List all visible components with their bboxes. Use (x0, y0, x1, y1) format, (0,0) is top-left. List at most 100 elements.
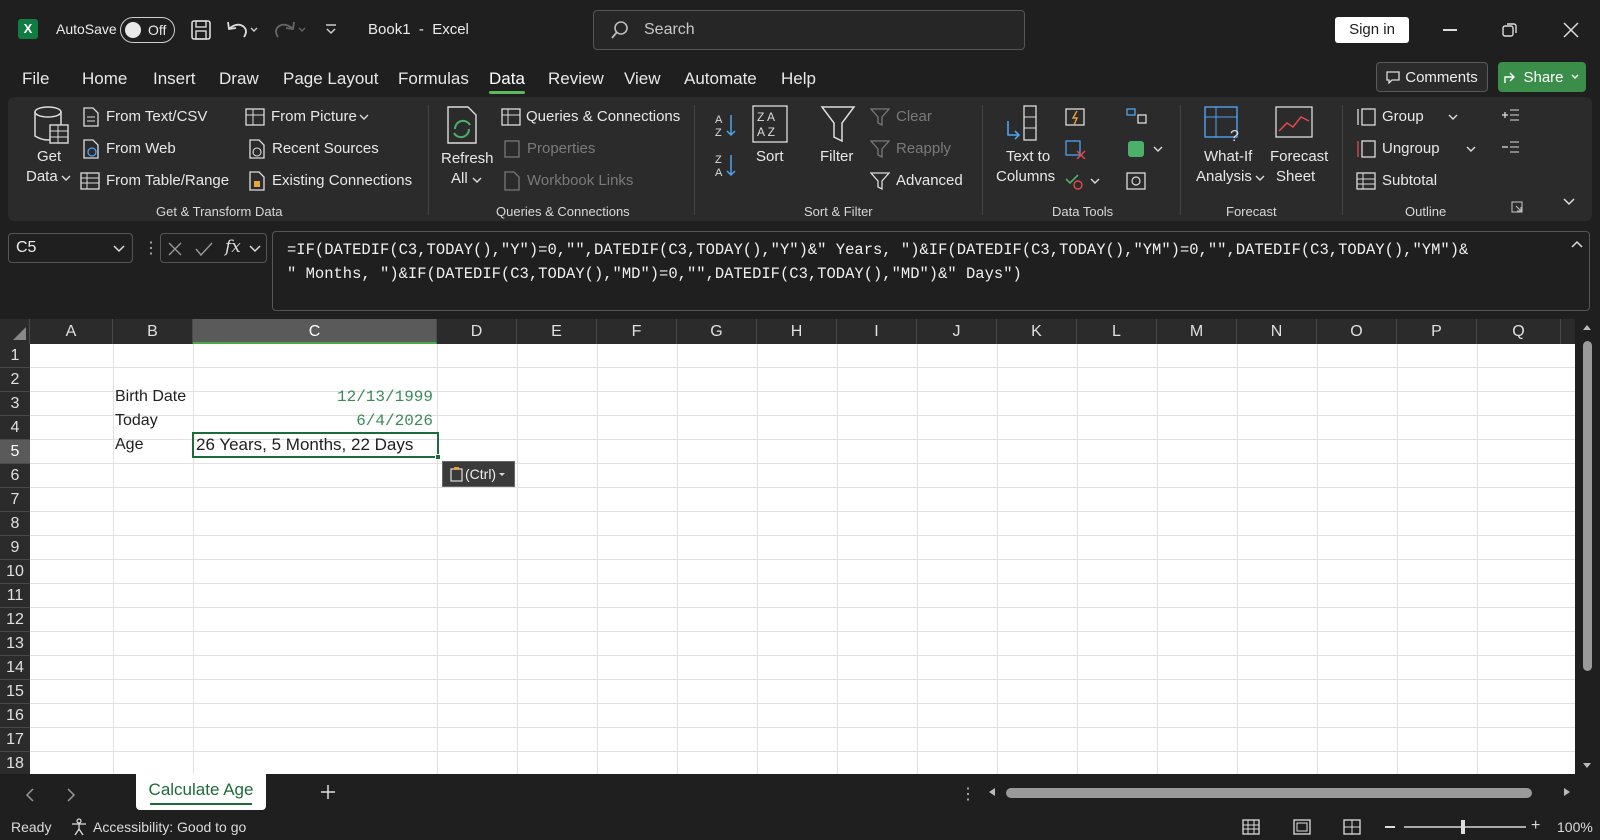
tab-review[interactable]: Review (548, 62, 604, 96)
row-header[interactable]: 1 (0, 344, 30, 368)
reapply-button[interactable]: Reapply (896, 140, 951, 158)
recent-sources-button[interactable]: Recent Sources (272, 140, 379, 158)
accessibility-icon[interactable] (70, 818, 88, 836)
accessibility-status[interactable]: Accessibility: Good to go (93, 819, 246, 835)
confirm-entry-icon[interactable] (195, 241, 213, 257)
refresh-all-line1[interactable]: Refresh (441, 150, 494, 168)
from-text-csv-button[interactable]: From Text/CSV (106, 108, 207, 126)
row-header[interactable]: 5 (0, 440, 30, 464)
scroll-up-icon[interactable] (1582, 323, 1592, 331)
collapse-formula-bar-icon[interactable] (1571, 240, 1583, 249)
zoom-in-icon[interactable]: + (1531, 817, 1540, 835)
row-header[interactable]: 8 (0, 512, 30, 536)
column-header-P[interactable]: P (1397, 319, 1477, 344)
search-box[interactable]: Search (593, 10, 1025, 50)
row-header[interactable]: 18 (0, 752, 30, 774)
comments-button[interactable]: Comments (1376, 62, 1488, 92)
from-table-range-button[interactable]: From Table/Range (106, 172, 229, 190)
formula-input[interactable]: =IF(DATEDIF(C3,TODAY(),"Y")=0,"",DATEDIF… (272, 231, 1590, 311)
insert-function-icon[interactable]: fx (225, 237, 241, 257)
tab-formulas[interactable]: Formulas (398, 62, 469, 96)
cell-C3[interactable]: 12/13/1999 (310, 388, 433, 406)
vertical-scroll-thumb[interactable] (1583, 341, 1592, 671)
autosave-toggle[interactable]: Off (120, 17, 175, 43)
column-header-A[interactable]: A (30, 319, 113, 344)
cell-B5[interactable]: Age (115, 436, 143, 454)
column-header-H[interactable]: H (757, 319, 837, 344)
text-to-columns-line1[interactable]: Text to (1006, 148, 1050, 166)
name-box[interactable]: C5 (8, 233, 133, 263)
get-data-line2[interactable]: Data (26, 168, 58, 186)
properties-button[interactable]: Properties (527, 140, 595, 158)
column-header-O[interactable]: O (1317, 319, 1397, 344)
add-sheet-icon[interactable] (320, 784, 336, 800)
zoom-level[interactable]: 100% (1557, 819, 1593, 835)
tab-page-layout[interactable]: Page Layout (283, 62, 378, 96)
restore-icon[interactable] (1502, 22, 1518, 38)
row-header[interactable]: 4 (0, 416, 30, 440)
column-header-J[interactable]: J (917, 319, 997, 344)
row-header[interactable]: 10 (0, 560, 30, 584)
close-icon[interactable] (1563, 22, 1579, 38)
subtotal-button[interactable]: Subtotal (1382, 172, 1437, 190)
row-header[interactable]: 2 (0, 368, 30, 392)
refresh-all-line2[interactable]: All (451, 170, 468, 188)
tab-view[interactable]: View (624, 62, 661, 96)
column-header-G[interactable]: G (677, 319, 757, 344)
fill-handle[interactable] (435, 454, 441, 460)
cell-B3[interactable]: Birth Date (115, 388, 186, 406)
column-header-L[interactable]: L (1077, 319, 1157, 344)
more-sheets-icon[interactable]: ⋮ (960, 784, 976, 804)
existing-connections-button[interactable]: Existing Connections (272, 172, 412, 190)
column-header-D[interactable]: D (437, 319, 517, 344)
cell-B4[interactable]: Today (115, 412, 158, 430)
column-header-B[interactable]: B (113, 319, 193, 344)
column-header-M[interactable]: M (1157, 319, 1237, 344)
tab-help[interactable]: Help (781, 62, 816, 96)
workbook-links-button[interactable]: Workbook Links (527, 172, 633, 190)
page-layout-icon[interactable] (1293, 818, 1311, 836)
forecast-sheet-line2[interactable]: Sheet (1276, 168, 1315, 186)
show-detail-icon[interactable] (1500, 108, 1520, 124)
tab-home[interactable]: Home (82, 62, 127, 96)
row-header[interactable]: 15 (0, 680, 30, 704)
tab-draw[interactable]: Draw (219, 62, 259, 96)
queries-connections-button[interactable]: Queries & Connections (526, 108, 680, 126)
vertical-scrollbar[interactable] (1575, 319, 1600, 774)
sort-a-to-z-icon[interactable]: AZ (714, 111, 738, 139)
scroll-left-icon[interactable] (988, 787, 996, 797)
row-header[interactable]: 7 (0, 488, 30, 512)
what-if-line1[interactable]: What-If (1204, 148, 1252, 166)
sort-button[interactable]: Sort (756, 148, 784, 166)
row-header[interactable]: 16 (0, 704, 30, 728)
paste-options-button[interactable]: (Ctrl) (442, 461, 515, 487)
sheet-tab-calculate-age[interactable]: Calculate Age (136, 774, 266, 810)
tab-data[interactable]: Data (489, 62, 525, 96)
scroll-down-icon[interactable] (1582, 762, 1592, 770)
horizontal-scroll-thumb[interactable] (1006, 788, 1532, 798)
text-to-columns-line2[interactable]: Columns (996, 168, 1055, 186)
sign-in-button[interactable]: Sign in (1335, 17, 1409, 43)
tab-insert[interactable]: Insert (153, 62, 196, 96)
undo-icon[interactable] (224, 19, 260, 41)
select-all-corner[interactable] (0, 319, 30, 344)
column-header-C[interactable]: C (193, 319, 437, 344)
dialog-launcher-icon[interactable] (1511, 201, 1523, 213)
row-header[interactable]: 14 (0, 656, 30, 680)
row-header[interactable]: 9 (0, 536, 30, 560)
collapse-ribbon-icon[interactable] (1562, 197, 1576, 207)
tab-file[interactable]: File (22, 62, 49, 96)
filter-button[interactable]: Filter (820, 148, 853, 166)
group-button[interactable]: Group (1382, 108, 1424, 126)
zoom-slider-track[interactable] (1404, 826, 1526, 828)
advanced-button[interactable]: Advanced (896, 172, 963, 190)
share-button[interactable]: Share (1498, 62, 1586, 92)
row-header[interactable]: 13 (0, 632, 30, 656)
remove-duplicates-icon[interactable] (1065, 139, 1087, 159)
customize-toolbar-icon[interactable] (324, 23, 338, 37)
save-icon[interactable] (190, 19, 212, 41)
flash-fill-icon[interactable] (1065, 107, 1087, 127)
what-if-line2[interactable]: Analysis (1196, 168, 1252, 186)
column-header-F[interactable]: F (597, 319, 677, 344)
column-header-K[interactable]: K (997, 319, 1077, 344)
